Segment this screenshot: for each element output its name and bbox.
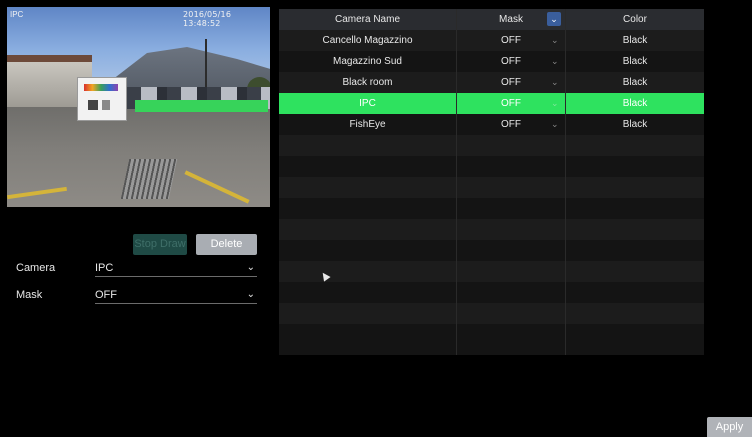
empty-row — [279, 324, 704, 345]
mask-label: Mask — [16, 289, 43, 301]
preview-channel-label: IPC — [10, 10, 24, 19]
mask-select-value: OFF — [95, 289, 117, 301]
empty-row — [279, 198, 704, 219]
camera-name-cell: Magazzino Sud — [333, 56, 402, 67]
chevron-down-icon[interactable]: ⌄ — [551, 72, 559, 93]
color-cell[interactable]: Black — [566, 30, 704, 51]
mask-cell[interactable]: OFF — [457, 30, 565, 51]
color-cell[interactable]: Black — [566, 51, 704, 72]
table-header: Camera Name Mask ⌄ Color — [279, 9, 704, 30]
chevron-down-icon[interactable]: ⌄ — [551, 51, 559, 72]
color-cell[interactable]: Black — [566, 114, 704, 135]
sign-stripe — [84, 84, 118, 91]
privacy-mask-region[interactable] — [135, 100, 268, 112]
camera-name-cell: FishEye — [349, 119, 386, 130]
table-row[interactable]: FishEye OFF ⌄ Black — [279, 114, 704, 135]
camera-select[interactable]: IPC ⌄ — [95, 260, 257, 277]
color-cell[interactable]: Black — [566, 72, 704, 93]
mask-select[interactable]: OFF ⌄ — [95, 287, 257, 304]
preview-sign — [77, 77, 127, 121]
column-divider — [565, 9, 566, 355]
chevron-down-icon: ⌄ — [246, 289, 255, 300]
empty-row — [279, 261, 704, 282]
empty-row — [279, 282, 704, 303]
empty-row — [279, 240, 704, 261]
chevron-down-icon: ⌄ — [246, 262, 255, 273]
column-header-color: Color — [623, 14, 647, 25]
camera-mask-table: Camera Name Mask ⌄ Color Cancello Magazz… — [279, 9, 704, 355]
sign-box — [88, 100, 98, 110]
empty-row — [279, 303, 704, 324]
camera-name-cell: Cancello Magazzino — [322, 35, 413, 46]
stop-draw-button[interactable]: Stop Draw — [133, 234, 187, 255]
color-cell[interactable]: Black — [566, 93, 704, 114]
chevron-down-icon[interactable]: ⌄ — [551, 114, 559, 135]
table-row[interactable]: Magazzino Sud OFF ⌄ Black — [279, 51, 704, 72]
chevron-down-icon[interactable]: ⌄ — [551, 93, 559, 114]
table-row-selected[interactable]: IPC OFF ⌄ Black — [279, 93, 704, 114]
camera-name-cell: IPC — [359, 98, 376, 109]
table-row[interactable]: Cancello Magazzino OFF ⌄ Black — [279, 30, 704, 51]
apply-button[interactable]: Apply — [707, 417, 752, 437]
mask-cell[interactable]: OFF — [457, 72, 565, 93]
mask-cell[interactable]: OFF — [457, 114, 565, 135]
delete-button[interactable]: Delete — [196, 234, 257, 255]
mask-cell[interactable]: OFF — [457, 93, 565, 114]
column-header-camera-name: Camera Name — [334, 14, 401, 25]
camera-select-value: IPC — [95, 262, 114, 274]
empty-row — [279, 219, 704, 240]
mask-column-dropdown-icon[interactable]: ⌄ — [547, 12, 561, 26]
column-divider — [456, 9, 457, 355]
empty-row — [279, 177, 704, 198]
empty-row — [279, 135, 704, 156]
sign-box-2 — [102, 100, 110, 110]
table-row[interactable]: Black room OFF ⌄ Black — [279, 72, 704, 93]
preview-grate — [120, 159, 178, 199]
camera-name-cell: Black room — [342, 77, 393, 88]
camera-preview[interactable]: IPC 2016/05/16 13:48:52 — [7, 7, 270, 207]
mask-cell[interactable]: OFF — [457, 51, 565, 72]
chevron-down-icon[interactable]: ⌄ — [551, 30, 559, 51]
empty-row — [279, 156, 704, 177]
preview-timestamp: 2016/05/16 13:48:52 — [183, 10, 232, 28]
camera-label: Camera — [16, 262, 56, 274]
